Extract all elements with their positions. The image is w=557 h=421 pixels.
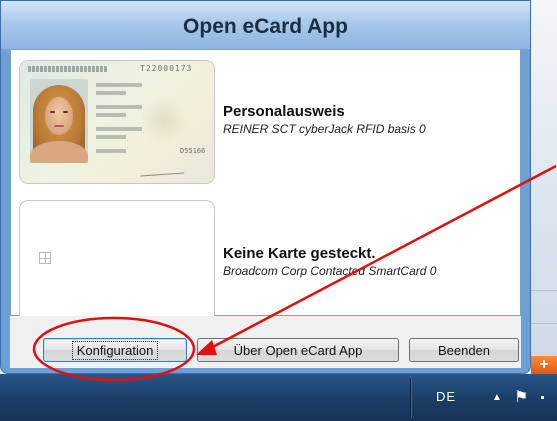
id-card-number: T22000173	[140, 64, 193, 73]
button-bar: Konfiguration Über Open eCard App Beende…	[10, 316, 521, 368]
taskbar-separator	[410, 378, 411, 418]
language-indicator[interactable]: DE	[436, 389, 456, 404]
card-reader-name: Broadcom Corp Contacted SmartCard 0	[223, 264, 437, 278]
background-divider	[531, 323, 557, 324]
id-card-image: T22000173 D55166	[19, 60, 215, 184]
window-title: Open eCard App	[1, 1, 530, 49]
card-name: Personalausweis	[223, 103, 345, 120]
configuration-button-label: Konfiguration	[71, 340, 159, 360]
background-orange-button[interactable]: +	[531, 356, 557, 374]
eagle-watermark	[138, 99, 190, 143]
taskbar: DE ▲ ⚑	[0, 374, 557, 421]
configuration-button[interactable]: Konfiguration	[43, 338, 187, 362]
card-list-panel: T22000173 D55166 Personalausweis REINER …	[10, 49, 521, 324]
network-icon[interactable]	[541, 396, 544, 399]
background-divider	[531, 290, 557, 291]
id-card-header	[28, 66, 108, 72]
quit-button-label: Beenden	[437, 342, 491, 358]
background-window	[531, 0, 557, 372]
quit-button[interactable]: Beenden	[409, 338, 519, 362]
show-hidden-icons-icon[interactable]: ▲	[492, 392, 502, 403]
about-button[interactable]: Über Open eCard App	[197, 338, 399, 362]
about-button-label: Über Open eCard App	[233, 342, 363, 358]
id-card-code: D55166	[180, 147, 206, 155]
screenshot: + Open eCard App T22000173 D55166 Person…	[0, 0, 557, 421]
open-ecard-window: Open eCard App T22000173 D55166 Personal…	[0, 0, 531, 374]
card-name: Keine Karte gesteckt.	[223, 245, 376, 262]
id-card-signature	[139, 163, 185, 177]
german-id-card-icon: T22000173 D55166	[20, 61, 214, 183]
empty-card-image	[19, 200, 215, 324]
smartcard-chip-icon	[39, 252, 51, 264]
action-center-flag-icon[interactable]: ⚑	[514, 387, 528, 407]
card-reader-name: REINER SCT cyberJack RFID basis 0	[223, 122, 426, 136]
id-card-photo	[30, 79, 88, 163]
